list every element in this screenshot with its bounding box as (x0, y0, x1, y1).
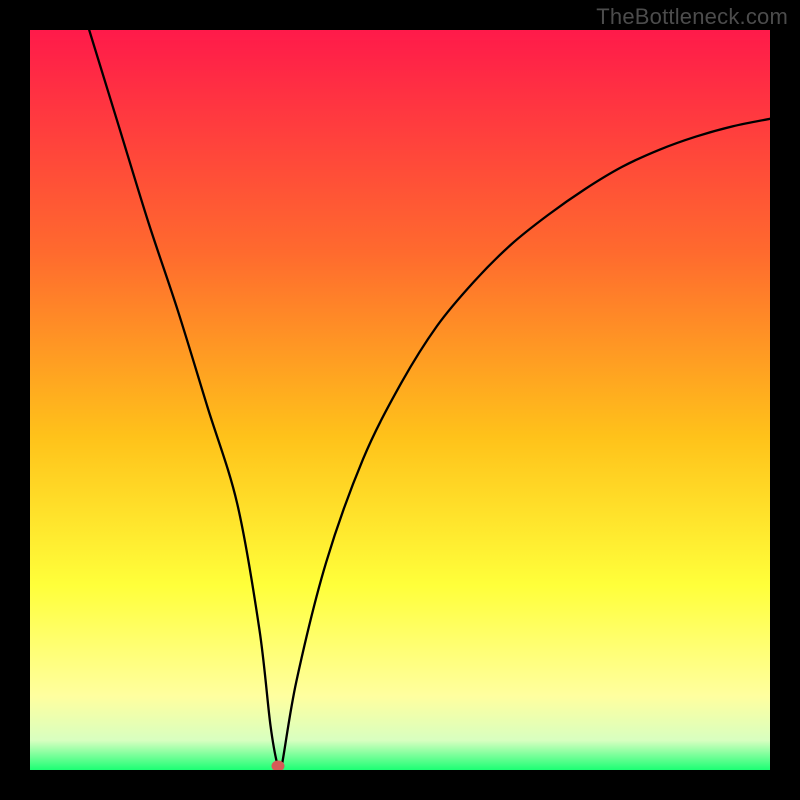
bottleneck-curve (30, 30, 770, 770)
optimum-marker (271, 761, 284, 770)
chart-container: TheBottleneck.com (0, 0, 800, 800)
plot-area (30, 30, 770, 770)
watermark-text: TheBottleneck.com (596, 4, 788, 30)
